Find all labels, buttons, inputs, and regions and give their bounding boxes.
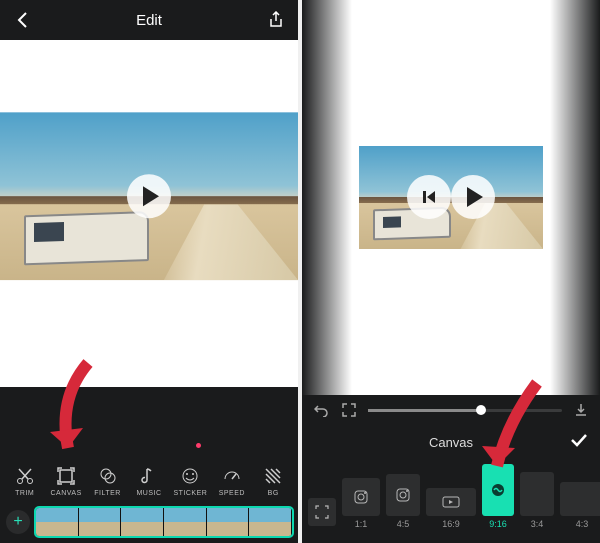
canvas-9-16-frame (359, 0, 544, 395)
video-frame (0, 112, 298, 280)
playback-controls (302, 395, 600, 425)
play-button[interactable] (451, 175, 495, 219)
ratio-fit[interactable] (308, 498, 336, 529)
ratio-16-9[interactable]: 16:9 (426, 488, 476, 529)
confirm-button[interactable] (570, 433, 588, 450)
panel-title: Canvas (429, 435, 473, 450)
add-clip-button[interactable]: + (6, 510, 30, 534)
filter-icon (97, 465, 119, 487)
expand-icon[interactable] (340, 401, 358, 419)
notification-dot (196, 443, 201, 448)
download-icon[interactable] (572, 401, 590, 419)
sticker-icon (179, 465, 201, 487)
back-button[interactable] (12, 10, 32, 30)
ratio-4-3[interactable]: 4:3 (560, 482, 600, 529)
timeline-row: + (0, 501, 298, 543)
tool-music[interactable]: MUSIC (128, 465, 169, 497)
ratio-4-5[interactable]: 4:5 (386, 474, 420, 529)
ratio-1-1[interactable]: 1:1 (342, 478, 380, 529)
tool-trim[interactable]: TRIM (4, 465, 45, 497)
bg-icon (262, 465, 284, 487)
undo-icon[interactable] (312, 401, 330, 419)
canvas-icon (55, 465, 77, 487)
timeline[interactable] (36, 508, 292, 536)
music-icon (138, 465, 160, 487)
tool-bg[interactable]: BG (253, 465, 294, 497)
tool-filter[interactable]: FILTER (87, 465, 128, 497)
bottom-toolbar: TRIM CANVAS FILTER MUSIC STICKER (0, 457, 298, 501)
share-button[interactable] (266, 10, 286, 30)
panel-header: Canvas (302, 425, 600, 456)
aspect-ratio-row: 1:1 4:5 16:9 9:16 3:4 4:3 (302, 456, 600, 543)
tool-speed[interactable]: SPEED (211, 465, 252, 497)
progress-thumb[interactable] (476, 405, 486, 415)
video-preview (302, 0, 600, 395)
speed-icon (221, 465, 243, 487)
page-title: Edit (136, 12, 162, 29)
scissors-icon (14, 465, 36, 487)
canvas-screen: Canvas 1:1 4:5 16:9 (300, 0, 600, 543)
previous-button[interactable] (407, 175, 451, 219)
tool-canvas[interactable]: CANVAS (45, 465, 86, 497)
ratio-9-16[interactable]: 9:16 (482, 464, 514, 529)
video-preview (0, 40, 298, 387)
ratio-3-4[interactable]: 3:4 (520, 472, 554, 529)
topbar: Edit (0, 0, 298, 40)
progress-bar[interactable] (368, 409, 562, 412)
play-button[interactable] (127, 174, 171, 218)
tool-sticker[interactable]: STICKER (170, 465, 211, 497)
edit-screen: Edit TRIM CANVAS FILTER (0, 0, 300, 543)
